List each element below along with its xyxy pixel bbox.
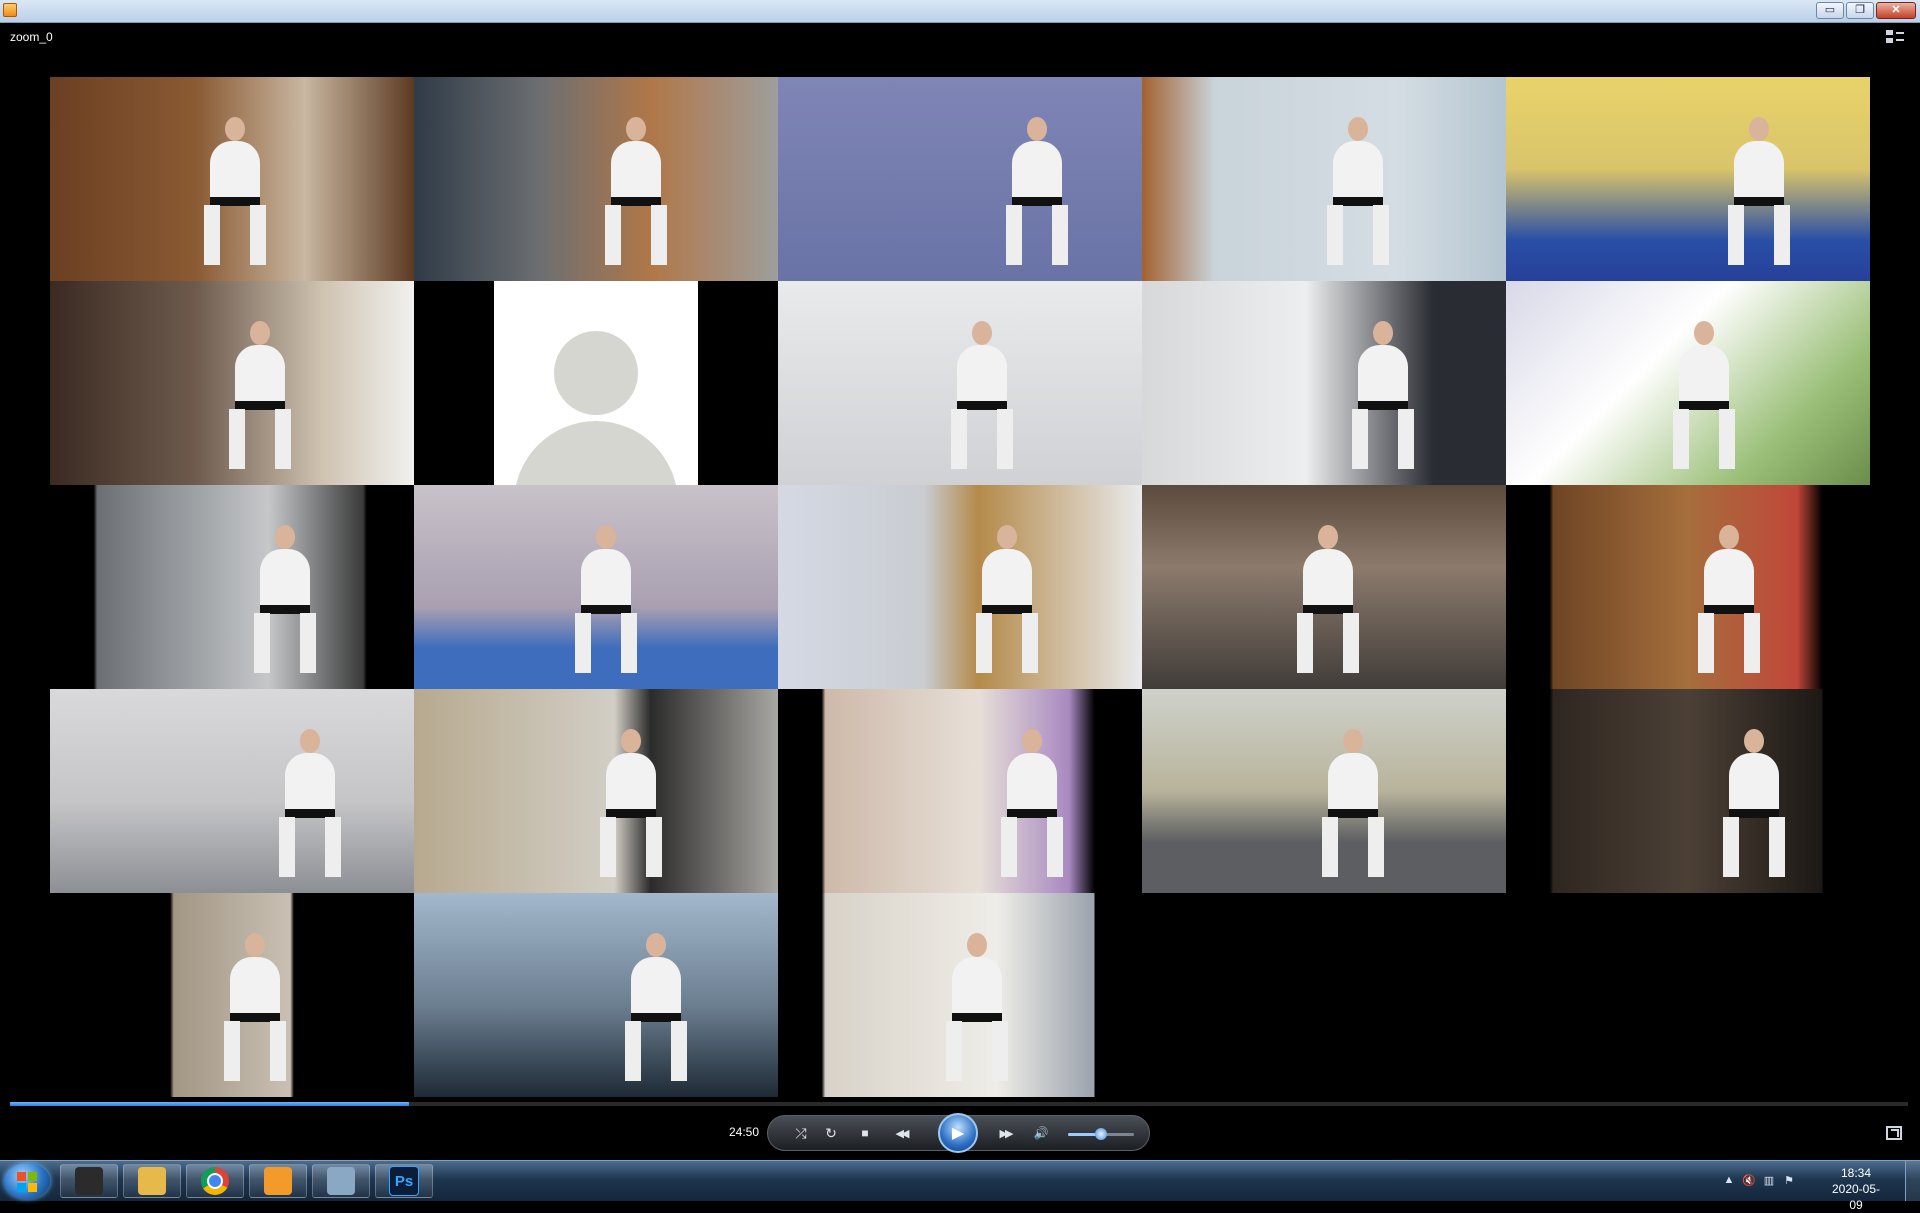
taskbar-app-button[interactable]	[249, 1164, 307, 1198]
taskbar-app-button[interactable]	[60, 1164, 118, 1198]
participant-figure	[1293, 525, 1363, 685]
participant-video-tile[interactable]	[1506, 689, 1870, 893]
participant-figure	[596, 729, 666, 889]
participant-figure	[621, 933, 691, 1093]
media-player-icon	[264, 1167, 292, 1195]
rewind-icon[interactable]: ◀◀	[886, 1122, 916, 1144]
participant-video-tile[interactable]	[50, 893, 414, 1097]
chrome-icon	[201, 1167, 229, 1195]
participant-video-tile[interactable]	[1142, 77, 1506, 281]
start-button[interactable]	[4, 1163, 50, 1199]
seek-bar-progress	[10, 1102, 409, 1106]
participant-video-tile[interactable]	[778, 893, 1142, 1097]
repeat-icon[interactable]: ↻	[820, 1122, 842, 1144]
participant-figure	[225, 321, 295, 481]
participant-figure	[1724, 117, 1794, 277]
participant-video-tile[interactable]	[50, 281, 414, 485]
taskbar-app-button[interactable]: Ps	[375, 1164, 433, 1198]
shuffle-icon[interactable]: ⤮	[790, 1122, 812, 1144]
media-player-app-icon	[3, 3, 17, 17]
participant-figure	[947, 321, 1017, 481]
taskbar-app-button[interactable]	[186, 1164, 244, 1198]
participant-video-tile[interactable]	[1142, 281, 1506, 485]
window-title-bar: ▭ ❐ ✕	[0, 0, 1920, 23]
photoshop-icon: Ps	[389, 1166, 419, 1196]
participant-video-tile[interactable]	[50, 77, 414, 281]
elapsed-time: 24:50	[729, 1125, 760, 1139]
participant-video-tile[interactable]	[414, 77, 778, 281]
participant-figure	[601, 117, 671, 277]
taskbar: Ps ▲ 🔇 ▥ ⚑ 18:34 2020-05-09	[0, 1160, 1920, 1212]
participant-video-tile[interactable]	[1142, 485, 1506, 689]
volume-muted-icon[interactable]: 🔇	[1742, 1173, 1756, 1187]
file-explorer-icon	[138, 1167, 166, 1195]
video-gallery	[50, 77, 1870, 1100]
close-button[interactable]: ✕	[1876, 2, 1916, 19]
playback-controls: ⤮ ↻ ■ ◀◀ ▶ ▶▶ 🔊	[767, 1113, 1150, 1153]
taskbar-clock[interactable]: 18:34 2020-05-09	[1826, 1165, 1886, 1213]
stop-icon[interactable]: ■	[854, 1122, 876, 1144]
show-hidden-icons-icon[interactable]: ▲	[1722, 1173, 1736, 1187]
seek-bar[interactable]	[10, 1102, 1908, 1106]
window-controls: ▭ ❐ ✕	[1816, 2, 1916, 19]
clock-date: 2020-05-09	[1831, 1182, 1881, 1212]
participant-figure	[220, 933, 290, 1093]
participant-figure	[997, 729, 1067, 889]
participant-figure	[972, 525, 1042, 685]
participant-figure	[1323, 117, 1393, 277]
participant-video-tile[interactable]	[1506, 485, 1870, 689]
participant-video-tile[interactable]	[414, 893, 778, 1097]
participant-figure	[1318, 729, 1388, 889]
participant-video-tile[interactable]	[50, 485, 414, 689]
participant-video-tile[interactable]	[414, 281, 778, 485]
clock-time: 18:34	[1840, 1166, 1872, 1180]
participant-figure	[250, 525, 320, 685]
restore-button[interactable]: ❐	[1846, 2, 1874, 19]
participant-video-tile[interactable]	[1142, 689, 1506, 893]
fullscreen-icon[interactable]	[1886, 1126, 1902, 1140]
layout-toggle-icon[interactable]	[1886, 30, 1904, 44]
participant-figure	[1002, 117, 1072, 277]
participant-video-tile[interactable]	[50, 689, 414, 893]
participant-video-tile[interactable]	[778, 77, 1142, 281]
calculator-icon	[327, 1167, 355, 1195]
participant-video-tile[interactable]	[1506, 77, 1870, 281]
participant-video-tile[interactable]	[778, 281, 1142, 485]
show-desktop-button[interactable]	[1905, 1161, 1920, 1201]
volume-slider[interactable]	[1068, 1128, 1134, 1140]
network-icon[interactable]: ▥	[1762, 1173, 1776, 1187]
participant-figure	[942, 933, 1012, 1093]
participant-figure	[200, 117, 270, 277]
system-tray: ▲ 🔇 ▥ ⚑	[1722, 1173, 1796, 1187]
participant-figure	[275, 729, 345, 889]
participant-video-tile[interactable]	[414, 485, 778, 689]
media-title: zoom_0	[10, 30, 53, 44]
participant-figure	[1669, 321, 1739, 481]
minimize-button[interactable]: ▭	[1816, 2, 1844, 19]
play-icon: ▶	[951, 1125, 965, 1142]
participant-figure	[1719, 729, 1789, 889]
volume-handle[interactable]	[1095, 1128, 1107, 1140]
taskbar-app-button[interactable]	[312, 1164, 370, 1198]
taskbar-app-button[interactable]	[123, 1164, 181, 1198]
participant-video-tile[interactable]	[778, 485, 1142, 689]
action-center-flag-icon[interactable]: ⚑	[1782, 1173, 1796, 1187]
avatar-head	[554, 331, 638, 415]
fast-forward-icon[interactable]: ▶▶	[990, 1122, 1020, 1144]
speaker-icon[interactable]: 🔊	[1030, 1122, 1052, 1144]
participant-figure	[1694, 525, 1764, 685]
participant-figure	[1348, 321, 1418, 481]
participant-figure	[571, 525, 641, 685]
participant-video-tile[interactable]	[414, 689, 778, 893]
wolf-app-icon	[75, 1167, 103, 1195]
play-button[interactable]: ▶	[938, 1113, 978, 1153]
participant-video-tile[interactable]	[1506, 281, 1870, 485]
participant-video-tile[interactable]	[778, 689, 1142, 893]
